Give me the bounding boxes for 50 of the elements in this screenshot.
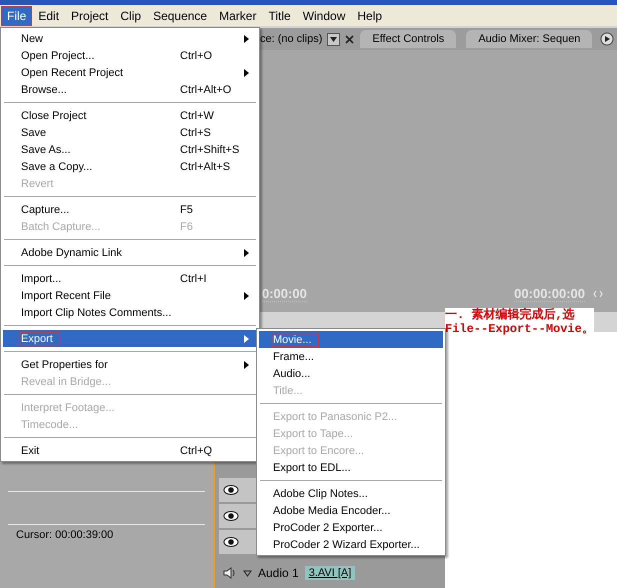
audio-clip[interactable]: 3.AVI [A] bbox=[304, 566, 356, 580]
menu-item[interactable]: Adobe Clip Notes... bbox=[259, 485, 443, 502]
menu-bar-item[interactable]: Project bbox=[65, 6, 114, 26]
menu-bar-item[interactable]: Window bbox=[296, 6, 352, 26]
menu-item[interactable]: Export bbox=[3, 330, 257, 347]
menu-bar-item[interactable]: File bbox=[1, 6, 32, 26]
annotation-text: 一. 素材编辑完成后,选 File--Export--Movie。 bbox=[445, 308, 594, 336]
panel-tab[interactable]: Effect Controls bbox=[360, 30, 456, 48]
menu-item[interactable]: Adobe Dynamic Link bbox=[3, 244, 257, 261]
collapse-icon[interactable] bbox=[243, 570, 252, 576]
menu-item[interactable]: ProCoder 2 Exporter... bbox=[259, 519, 443, 536]
menu-item[interactable]: Get Properties for bbox=[3, 356, 257, 373]
menu-item[interactable]: Open Project... Ctrl+O bbox=[3, 47, 257, 64]
menu-bar-item[interactable]: Help bbox=[351, 6, 388, 26]
menu-item[interactable]: Export to EDL... bbox=[259, 459, 443, 476]
source-label: ce: (no clips) bbox=[260, 33, 322, 45]
close-icon[interactable] bbox=[345, 34, 354, 44]
menu-item[interactable]: Open Recent Project bbox=[3, 64, 257, 81]
play-icon[interactable] bbox=[600, 32, 614, 46]
panel-tab[interactable]: Audio Mixer: Sequen bbox=[466, 30, 592, 48]
menu-item[interactable]: Save As... Ctrl+Shift+S bbox=[3, 141, 257, 158]
eye-icon[interactable] bbox=[222, 535, 240, 549]
menu-item[interactable]: Close Project Ctrl+W bbox=[3, 107, 257, 124]
menu-item[interactable]: Import Recent File bbox=[3, 287, 257, 304]
menu-bar-item[interactable]: Edit bbox=[32, 6, 66, 26]
eye-icon[interactable] bbox=[222, 483, 240, 497]
menu-item[interactable]: Capture... F5 bbox=[3, 201, 257, 218]
menu-item[interactable]: Audio... bbox=[259, 365, 443, 382]
speaker-icon[interactable] bbox=[223, 567, 237, 579]
eye-icon[interactable] bbox=[222, 509, 240, 523]
menu-item[interactable]: Frame... bbox=[259, 348, 443, 365]
menu-item[interactable]: Exit Ctrl+Q bbox=[3, 442, 257, 459]
cursor-time: Cursor: 00:00:39:00 bbox=[16, 529, 114, 541]
menu-item[interactable]: New bbox=[3, 30, 257, 47]
menu-item[interactable]: Save a Copy... Ctrl+Alt+S bbox=[3, 158, 257, 175]
menu-bar-item[interactable]: Clip bbox=[114, 6, 148, 26]
menu-item[interactable]: Import Clip Notes Comments... bbox=[3, 304, 257, 321]
menu-item[interactable]: Save Ctrl+S bbox=[3, 124, 257, 141]
menu-bar-item[interactable]: Title bbox=[262, 6, 297, 26]
menu-bar-item[interactable]: Sequence bbox=[147, 6, 214, 26]
dropdown-icon[interactable] bbox=[327, 32, 340, 46]
timecode: 0:00:00 bbox=[262, 286, 307, 302]
menu-item[interactable]: Import... Ctrl+I bbox=[3, 270, 257, 287]
menu-item[interactable]: ProCoder 2 Wizard Exporter... bbox=[259, 536, 443, 553]
menu-item[interactable]: Movie... bbox=[259, 331, 443, 348]
track-label: Audio 1 bbox=[258, 566, 299, 580]
timecode: 00:00:00:00 bbox=[514, 286, 585, 302]
menu-item[interactable]: Browse... Ctrl+Alt+O bbox=[3, 81, 257, 98]
menu-item[interactable]: Adobe Media Encoder... bbox=[259, 502, 443, 519]
menu-bar-item[interactable]: Marker bbox=[213, 6, 262, 26]
